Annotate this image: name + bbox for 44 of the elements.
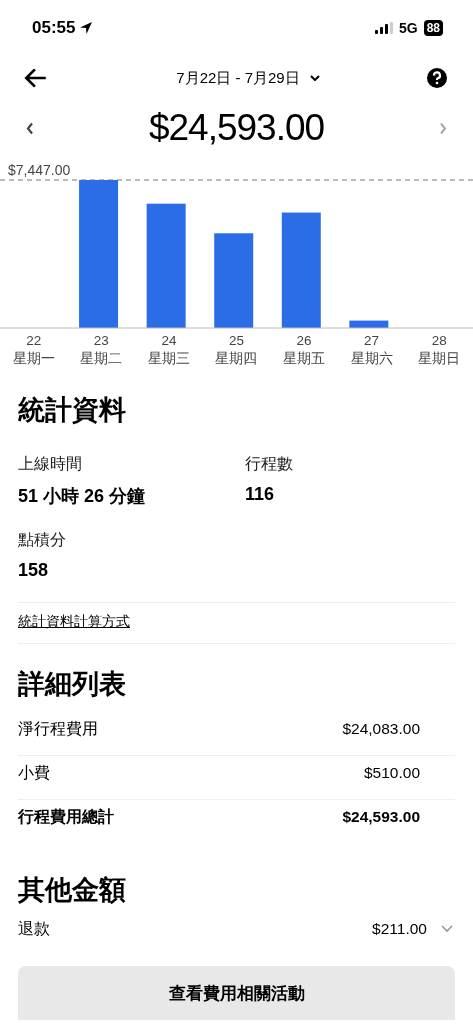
battery-indicator: 88 [423, 20, 443, 36]
bar[interactable] [146, 203, 186, 328]
stat-value: 116 [245, 484, 276, 505]
network-label: 5G [398, 20, 418, 36]
bar[interactable] [281, 212, 321, 328]
row-label: 退款 [18, 918, 50, 939]
date-range-dropdown[interactable]: 7月22日 - 7月29日 [176, 68, 320, 88]
total-earnings: $24,593.00 [148, 107, 325, 149]
row-value: $510.00 [363, 764, 420, 782]
row-label: 淨行程費用 [18, 718, 98, 739]
axis-tick-label: 27 星期六 [349, 332, 394, 368]
caret-icon [309, 75, 320, 81]
axis-tick-label: 28 星期日 [417, 332, 462, 368]
section-title: 詳細列表 [18, 668, 127, 701]
stat-value: 51 小時 26 分鐘 [18, 485, 147, 508]
bar[interactable] [79, 180, 119, 328]
stats-info-link[interactable]: 統計資料計算方式 [18, 613, 130, 631]
row-value: $24,593.00 [342, 808, 420, 826]
section-title: 其他金額 [18, 874, 127, 907]
max-value-label: $7,447.00 [8, 162, 71, 178]
stat-label: 上線時間 [18, 454, 83, 474]
axis-tick-label: 23 星期二 [79, 332, 124, 368]
stat-label: 行程數 [245, 454, 294, 474]
row-label: 行程費用總計 [18, 806, 114, 827]
axis-tick-label: 22 星期一 [11, 332, 56, 368]
axis-tick-label: 25 星期四 [214, 332, 259, 368]
bar[interactable] [214, 233, 254, 328]
bar[interactable] [349, 320, 389, 328]
axis-tick-label: 24 星期三 [146, 332, 191, 368]
next-week-icon[interactable] [439, 121, 447, 135]
row-value: $211.00 [372, 920, 427, 938]
section-title: 統計資料 [18, 394, 127, 427]
axis-tick-label: 26 星期五 [282, 332, 327, 368]
row-label: 小費 [18, 762, 50, 783]
status-time: 05:55 [32, 18, 76, 38]
location-arrow-icon [79, 21, 94, 35]
stat-label: 點積分 [18, 530, 67, 550]
stat-value: 158 [18, 560, 50, 581]
expand-caret-icon[interactable] [441, 925, 453, 933]
previous-week-icon[interactable] [26, 121, 34, 135]
help-icon[interactable] [427, 68, 447, 88]
row-value: $24,083.00 [342, 720, 420, 738]
view-activity-button[interactable]: 查看費用相關活動 [18, 966, 455, 1020]
signal-icon [374, 22, 393, 34]
